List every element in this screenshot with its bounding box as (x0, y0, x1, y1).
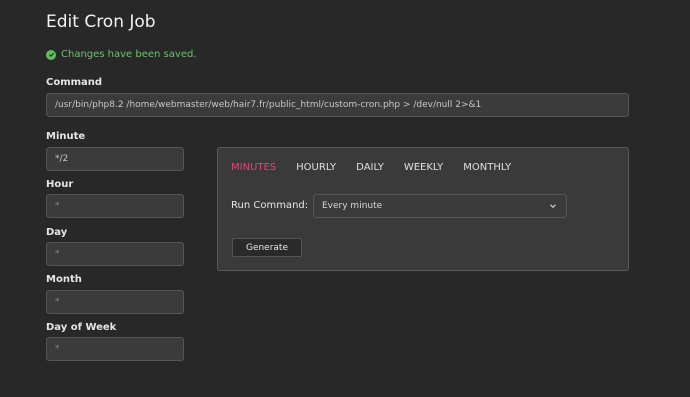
tab-daily[interactable]: DAILY (356, 162, 384, 173)
hour-label: Hour (46, 179, 74, 190)
run-command-value: Every minute (322, 201, 383, 211)
minute-label: Minute (46, 131, 86, 142)
success-alert: Changes have been saved. (46, 49, 197, 60)
chevron-down-icon (550, 204, 556, 209)
generator-tabs: MINUTES HOURLY DAILY WEEKLY MONTHLY (231, 162, 531, 173)
hour-value: * (55, 201, 60, 211)
tab-weekly[interactable]: WEEKLY (404, 162, 443, 173)
month-value: * (55, 297, 60, 307)
alert-text: Changes have been saved. (61, 49, 197, 60)
command-value: /usr/bin/php8.2 /home/webmaster/web/hair… (55, 100, 482, 110)
month-input[interactable]: * (46, 290, 184, 314)
tab-monthly[interactable]: MONTHLY (463, 162, 511, 173)
tab-minutes[interactable]: MINUTES (231, 162, 276, 173)
day-of-week-label: Day of Week (46, 322, 117, 333)
page-title: Edit Cron Job (46, 12, 156, 32)
generate-button[interactable]: Generate (232, 238, 302, 257)
tab-hourly[interactable]: HOURLY (296, 162, 336, 173)
hour-input[interactable]: * (46, 194, 184, 218)
minute-input[interactable]: */2 (46, 147, 184, 171)
day-value: * (55, 249, 60, 259)
day-of-week-input[interactable]: * (46, 337, 184, 361)
day-label: Day (46, 227, 68, 238)
minute-value: */2 (55, 154, 69, 164)
check-circle-icon (46, 49, 56, 60)
command-label: Command (46, 77, 103, 88)
day-input[interactable]: * (46, 242, 184, 266)
command-input[interactable]: /usr/bin/php8.2 /home/webmaster/web/hair… (46, 93, 629, 117)
cron-generator-panel: MINUTES HOURLY DAILY WEEKLY MONTHLY Run … (217, 147, 629, 271)
run-command-label: Run Command: (231, 200, 309, 211)
run-command-select[interactable]: Every minute (313, 194, 567, 218)
month-label: Month (46, 274, 82, 285)
day-of-week-value: * (55, 344, 60, 354)
